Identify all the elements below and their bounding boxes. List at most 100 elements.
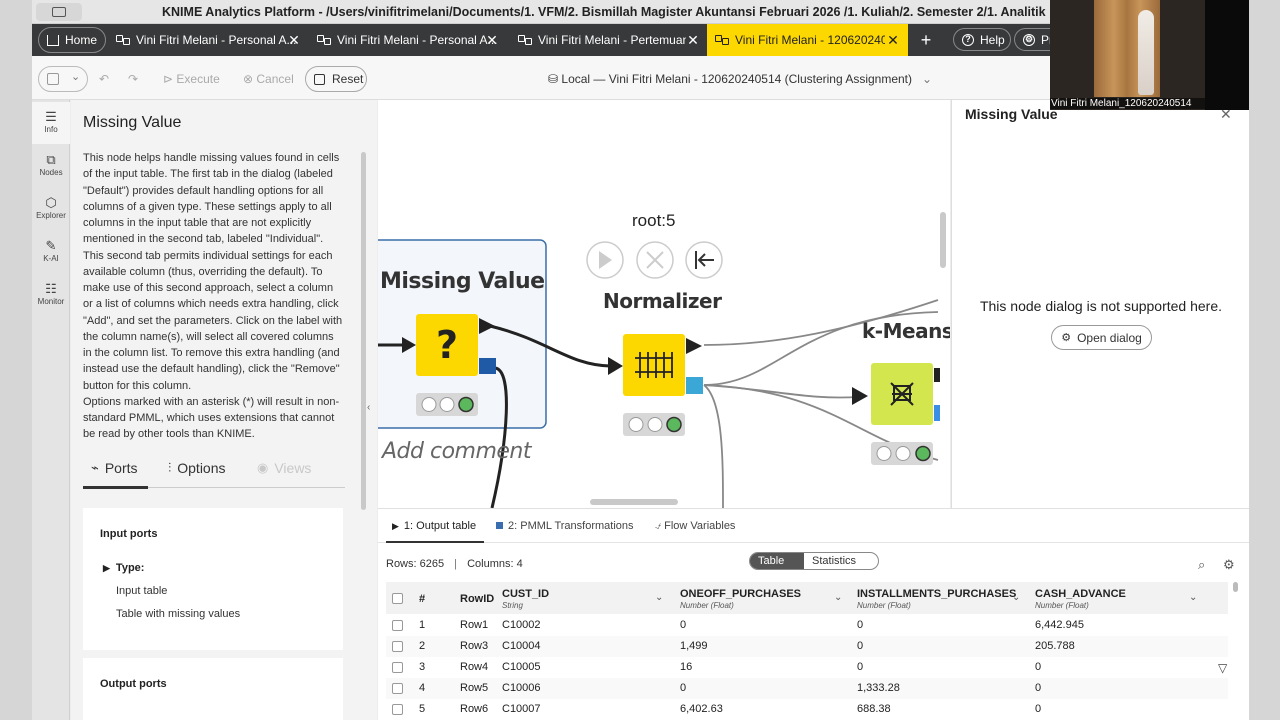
column-name: CUST_ID [502, 588, 550, 600]
sidebar-item-k-ai[interactable]: ✎ K-AI [32, 231, 70, 273]
save-button[interactable]: ⌄ [38, 66, 88, 92]
search-icon[interactable]: ⌕ [1198, 557, 1205, 573]
chevron-down-icon[interactable]: ⌄ [834, 592, 842, 603]
sidebar-item-explorer[interactable]: ⬡ Explorer [32, 188, 70, 230]
tab-home-label: Home [65, 33, 98, 47]
column-header-rowid[interactable]: RowID [460, 593, 494, 605]
normalizer-node[interactable] [623, 334, 685, 396]
output-port-model[interactable] [686, 377, 703, 394]
tab-close-3[interactable]: ✕ [685, 27, 705, 53]
new-tab-button[interactable]: + [916, 27, 936, 53]
table-row[interactable]: 4 Row5 C10006 0 1,333.28 0 [386, 678, 1228, 699]
help-button[interactable]: ? Help [953, 28, 1011, 51]
cell-installments-purchases: 1,333.28 [857, 682, 900, 694]
tab-workflow-1[interactable]: Vini Fitri Melani - Personal A... [108, 27, 304, 53]
row-checkbox[interactable] [392, 683, 403, 694]
table-settings-icon[interactable]: ⚙ [1223, 557, 1235, 573]
sliders-icon: ⫶ [168, 460, 172, 475]
table-row[interactable]: 1 Row1 C10002 0 0 6,442.945 [386, 615, 1228, 636]
execute-button[interactable]: ⊳ Execute [163, 72, 220, 86]
table-row[interactable]: 3 Row4 C10005 16 0 0 [386, 657, 1228, 678]
tab-output-table[interactable]: 1: Output table [385, 520, 485, 543]
port-type-toggle[interactable]: Type: [103, 562, 145, 574]
node-name-kmeans[interactable]: k-Means [862, 319, 950, 343]
left-sidebar: ☰ Info ⧉ Nodes ⬡ Explorer ✎ K-AI ☷ Monitor [32, 100, 70, 720]
canvas-vertical-scrollbar[interactable] [940, 212, 946, 268]
tab-views[interactable]: ◉ Views [257, 460, 311, 476]
cell-cash-advance: 0 [1035, 703, 1042, 715]
view-toggle[interactable]: Table Statistics [749, 552, 879, 570]
output-port-table[interactable] [686, 338, 702, 354]
reset-button[interactable]: Reset [305, 66, 367, 92]
output-port-model[interactable] [934, 405, 940, 421]
row-checkbox[interactable] [392, 662, 403, 673]
chevron-down-icon[interactable]: ⌄ [1012, 592, 1020, 603]
window-frame-left [0, 0, 32, 720]
status-light-green [915, 445, 931, 462]
tab-workflow-2[interactable]: Vini Fitri Melani - Personal A... [309, 27, 505, 53]
video-participant [1138, 10, 1154, 95]
port-description: Table with missing values [116, 608, 241, 620]
row-count: Rows: 6265 [386, 558, 445, 570]
row-checkbox[interactable] [392, 620, 403, 631]
tab-close-2[interactable]: ✕ [484, 27, 504, 53]
folder-icon: ⛁ [548, 72, 562, 86]
output-ports-card: Output ports [83, 658, 343, 720]
cell-index: 4 [419, 682, 426, 694]
column-header-installments-purchases[interactable]: INSTALLMENTS_PURCHASES Number (Float) [857, 588, 1016, 610]
tab-flow-variables[interactable]: ⍻ Flow Variables [655, 520, 735, 533]
sidebar-item-nodes[interactable]: ⧉ Nodes [32, 145, 70, 187]
table-row[interactable]: 2 Row3 C10004 1,499 0 205.788 [386, 636, 1228, 657]
tab-options[interactable]: ⫶ Options [168, 460, 226, 476]
row-checkbox[interactable] [392, 704, 403, 715]
help-icon: ? [962, 33, 974, 46]
tab-home[interactable]: Home [38, 27, 106, 53]
cell-rowid: Row6 [460, 703, 489, 715]
collapse-panel-button[interactable]: ‹ [367, 402, 370, 413]
workflow-icon [715, 35, 729, 45]
statistics-view-option[interactable]: Statistics [812, 553, 856, 569]
row-checkbox[interactable] [392, 641, 403, 652]
node-name-normalizer[interactable]: Normalizer [603, 289, 722, 313]
table-row[interactable]: 5 Row6 C10007 6,402.63 688.38 0 [386, 699, 1228, 720]
status-light [439, 397, 455, 412]
close-icon[interactable]: ✕ [885, 32, 901, 49]
workflow-canvas[interactable]: ? root:5 Missing Value Normalizer k-Mean… [378, 100, 950, 508]
select-all-checkbox[interactable] [392, 593, 403, 604]
sidebar-item-info[interactable]: ☰ Info [32, 102, 70, 144]
column-header-cust-id[interactable]: CUST_ID String [502, 588, 549, 610]
chevron-down-icon[interactable]: ⌄ [71, 70, 80, 83]
chevron-down-icon[interactable]: ⌄ [1189, 592, 1197, 603]
redo-button[interactable]: ↷ [128, 72, 138, 86]
output-port-table[interactable] [934, 368, 940, 382]
table-view-option[interactable]: Table [750, 553, 804, 569]
sidebar-toggle-button[interactable] [36, 3, 82, 21]
node-name-missing-value[interactable]: Missing Value [380, 269, 545, 294]
connection-arrow [852, 387, 868, 405]
chevron-down-icon[interactable]: ⌄ [655, 592, 663, 603]
tab-close-1[interactable]: ✕ [286, 27, 306, 53]
cell-cash-advance: 0 [1035, 661, 1042, 673]
tab-ports[interactable]: ⌁ Ports [83, 460, 147, 489]
cancel-label: Cancel [256, 72, 294, 86]
description-scrollbar[interactable] [361, 152, 366, 510]
column-header-cash-advance[interactable]: CASH_ADVANCE Number (Float) [1035, 588, 1126, 610]
node-description-title: Missing Value [83, 114, 182, 131]
output-port-pmml[interactable] [479, 358, 496, 374]
add-comment-field[interactable]: Add comment [382, 439, 532, 464]
sidebar-item-monitor[interactable]: ☷ Monitor [32, 274, 70, 316]
tab-workflow-4-active[interactable]: Vini Fitri Melani - 120620240... ✕ [707, 24, 908, 56]
tab-pmml-transformations[interactable]: 2: PMML Transformations [496, 520, 634, 532]
cancel-button[interactable]: ⊗ Cancel [243, 72, 294, 86]
table-scrollbar[interactable] [1233, 582, 1238, 592]
tab-label: Vini Fitri Melani - 120620240... [735, 33, 885, 47]
canvas-horizontal-scrollbar[interactable] [590, 499, 678, 505]
tab-label: Vini Fitri Melani - Personal A... [136, 33, 297, 47]
preferences-button[interactable]: ⚙ Pr [1014, 28, 1054, 51]
workflow-location-selector[interactable]: ⛁ Local — Vini Fitri Melani - 1206202405… [548, 72, 932, 86]
open-dialog-button[interactable]: ⚙ Open dialog [1051, 325, 1152, 350]
tab-workflow-3[interactable]: Vini Fitri Melani - Pertemuan ... [510, 27, 686, 53]
window-title: KNIME Analytics Platform - /Users/vinifi… [162, 5, 1047, 19]
column-header-oneoff-purchases[interactable]: ONEOFF_PURCHASES Number (Float) [680, 588, 801, 610]
undo-button[interactable]: ↶ [99, 72, 109, 86]
